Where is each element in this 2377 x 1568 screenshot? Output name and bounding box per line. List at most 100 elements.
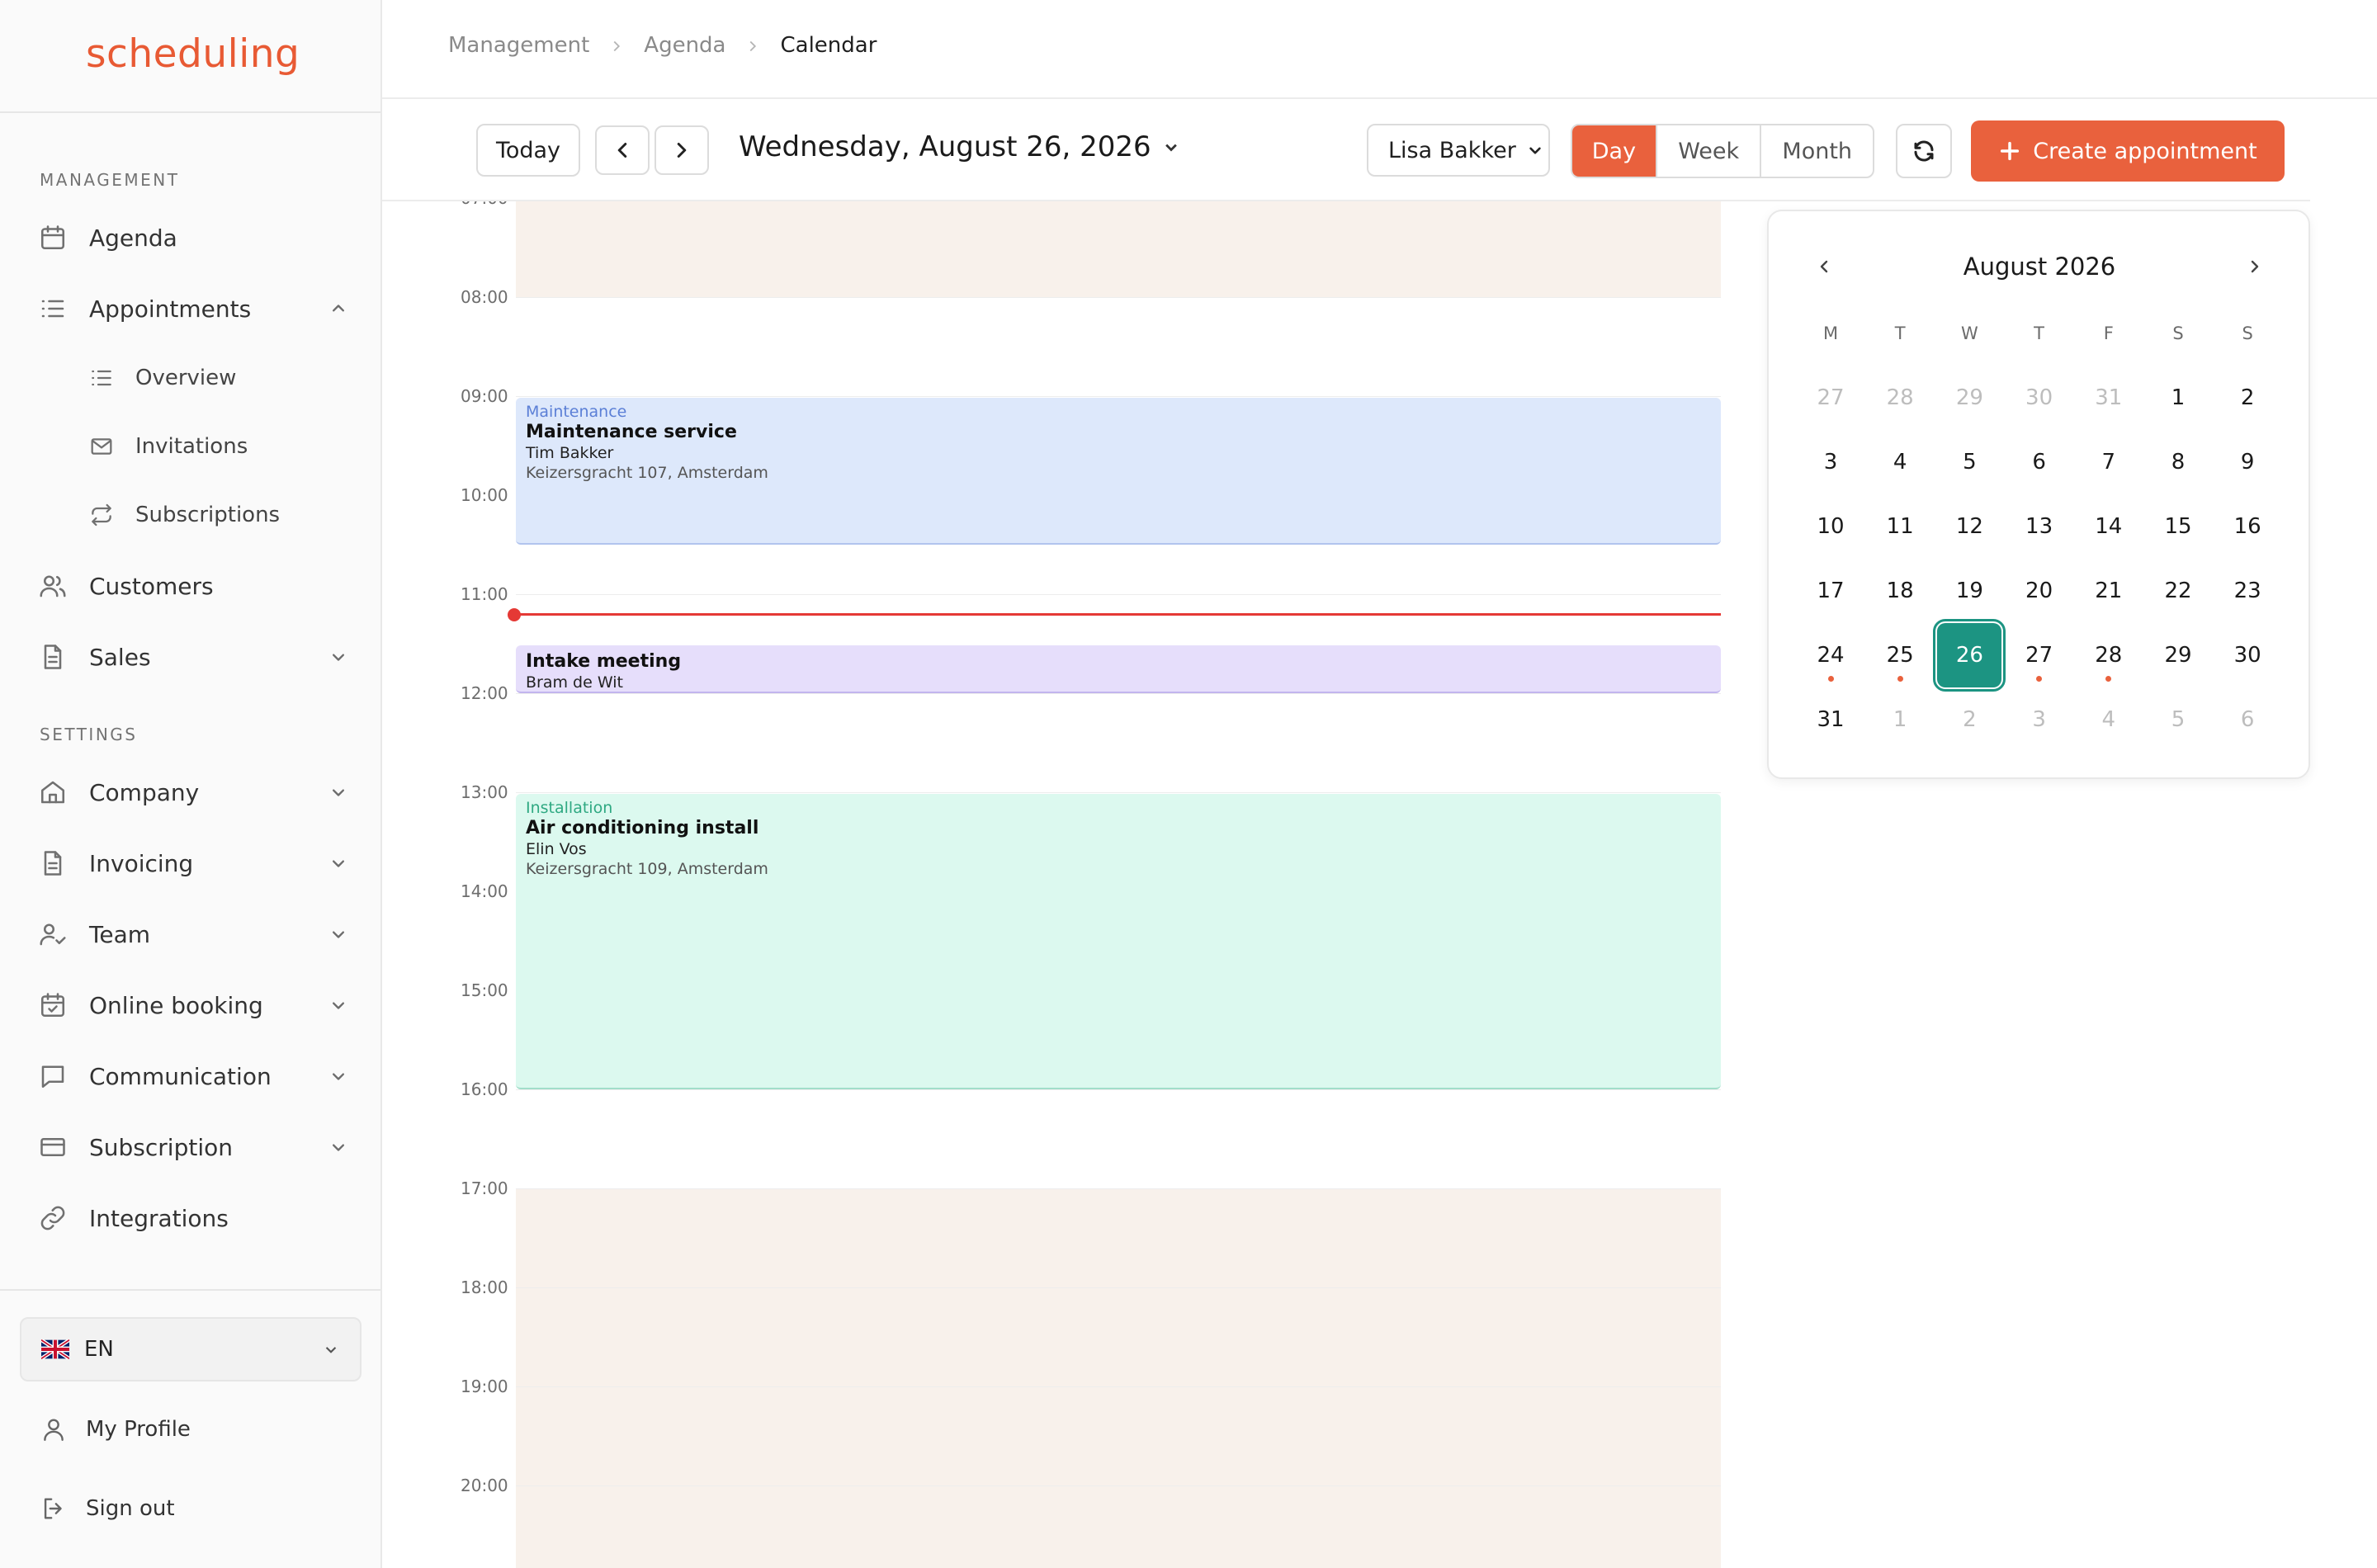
date-picker-toggle[interactable]: Wednesday, August 26, 2026 (739, 130, 1183, 163)
mini-calendar-prev-button[interactable] (1810, 253, 1838, 281)
calendar-day[interactable]: 21 (2077, 559, 2141, 623)
sidebar-item-invoicing[interactable]: Invoicing (36, 840, 350, 886)
time-label: 17:00 (461, 1178, 508, 1198)
current-date-title: Wednesday, August 26, 2026 (739, 130, 1151, 163)
chevron-down-icon[interactable] (327, 852, 350, 875)
calendar-day[interactable]: 13 (2007, 494, 2072, 559)
calendar-day[interactable]: 3 (2007, 687, 2072, 752)
calendar-day[interactable]: 15 (2146, 494, 2210, 559)
breadcrumb-management[interactable]: Management (448, 33, 589, 58)
refresh-button[interactable] (1896, 124, 1952, 178)
calendar-day[interactable]: 6 (2007, 430, 2072, 494)
calendar-day[interactable]: 17 (1798, 559, 1863, 623)
calendar-day[interactable]: 4 (1868, 430, 1932, 494)
sidebar-item-integrations[interactable]: Integrations (36, 1195, 350, 1241)
calendar-day[interactable]: 1 (1868, 687, 1932, 752)
view-day-button[interactable]: Day (1572, 125, 1657, 177)
calendar-day[interactable]: 30 (2007, 366, 2072, 430)
chevron-down-icon[interactable] (327, 781, 350, 804)
sidebar-subitem-subscriptions[interactable]: Subscriptions (86, 494, 280, 536)
chevron-down-icon[interactable] (327, 1136, 350, 1159)
sidebar-item-online-booking[interactable]: Online booking (36, 982, 350, 1028)
calendar-day[interactable]: 22 (2146, 559, 2210, 623)
chevron-right-icon (677, 143, 687, 158)
staff-selector[interactable]: Lisa Bakker (1367, 124, 1550, 177)
sidebar-subitem-overview[interactable]: Overview (86, 357, 236, 399)
calendar-day[interactable]: 4 (2077, 687, 2141, 752)
appointment-block[interactable]: Installation Air conditioning install Elin… (516, 794, 1721, 1089)
current-time-dot (508, 608, 521, 621)
chevron-down-icon[interactable] (327, 923, 350, 946)
chevron-down-icon (1165, 144, 1177, 152)
calendar-day[interactable]: 12 (1937, 494, 2001, 559)
calendar-day[interactable]: 29 (2146, 623, 2210, 687)
calendar-day[interactable]: 16 (2215, 494, 2280, 559)
chevron-down-icon[interactable] (327, 645, 350, 668)
calendar-day[interactable]: 6 (2215, 687, 2280, 752)
view-month-button[interactable]: Month (1761, 125, 1873, 177)
calendar-day[interactable]: 18 (1868, 559, 1932, 623)
sidebar-item-label: Customers (89, 572, 214, 600)
next-day-button[interactable] (655, 125, 709, 175)
calendar-day[interactable]: 3 (1798, 430, 1863, 494)
calendar-day[interactable]: 23 (2215, 559, 2280, 623)
calendar-day[interactable]: 14 (2077, 494, 2141, 559)
off-hours-block (516, 201, 1721, 297)
logout-icon (38, 1493, 69, 1524)
sign-out-link[interactable]: Sign out (38, 1488, 175, 1529)
sidebar-item-label: Company (89, 778, 200, 806)
today-button[interactable]: Today (476, 124, 580, 177)
chevron-down-icon[interactable] (327, 1065, 350, 1088)
breadcrumb-agenda[interactable]: Agenda (644, 33, 725, 58)
mini-calendar: August 2026 M T W T F S S 27 28 29 30 31 1 2 3 4 5 6 7 8 9 10… (1767, 210, 2310, 779)
calendar-day[interactable]: 9 (2215, 430, 2280, 494)
my-profile-link[interactable]: My Profile (38, 1409, 191, 1450)
mini-calendar-next-button[interactable] (2241, 253, 2269, 281)
plus-icon (2001, 141, 2020, 161)
view-week-button[interactable]: Week (1657, 125, 1762, 177)
sidebar-item-sales[interactable]: Sales (36, 634, 350, 680)
sidebar-item-label: Online booking (89, 991, 263, 1019)
calendar-day[interactable]: 10 (1798, 494, 1863, 559)
calendar-day[interactable]: 29 (1937, 366, 2001, 430)
calendar-day[interactable]: 19 (1937, 559, 2001, 623)
appointment-block[interactable]: Intake meeting Bram de Wit (516, 645, 1721, 693)
sidebar-divider (0, 111, 380, 113)
calendar-day[interactable]: 5 (1937, 430, 2001, 494)
calendar-day[interactable]: 2 (2215, 366, 2280, 430)
calendar-day[interactable]: 31 (2077, 366, 2141, 430)
sidebar-item-communication[interactable]: Communication (36, 1053, 350, 1099)
app-logo[interactable]: scheduling (86, 31, 300, 77)
appointment-block[interactable]: Maintenance Maintenance service Tim Bakker… (516, 398, 1721, 545)
sidebar-item-subscription[interactable]: Subscription (36, 1124, 350, 1170)
create-appointment-label: Create appointment (2033, 138, 2257, 164)
sidebar-item-team[interactable]: Team (36, 911, 350, 957)
calendar-day[interactable]: 8 (2146, 430, 2210, 494)
create-appointment-button[interactable]: Create appointment (1971, 120, 2285, 182)
language-select[interactable]: EN (20, 1317, 362, 1381)
calendar-day[interactable]: 7 (2077, 430, 2141, 494)
calendar-day[interactable]: 26 (1933, 619, 2006, 692)
sidebar-subitem-label: Overview (135, 366, 237, 390)
calendar-day[interactable]: 20 (2007, 559, 2072, 623)
calendar-day[interactable]: 2 (1937, 687, 2001, 752)
sidebar-item-agenda[interactable]: Agenda (36, 215, 350, 261)
calendar-day[interactable]: 11 (1868, 494, 1932, 559)
calendar-day[interactable]: 31 (1798, 687, 1863, 752)
day-view-grid[interactable]: 07:00 08:00 09:00 10:00 11:00 12:00 13:00 14:00… (382, 201, 1736, 1568)
my-profile-label: My Profile (86, 1417, 191, 1442)
chevron-down-icon[interactable] (327, 994, 350, 1017)
sidebar-item-appointments[interactable]: Appointments (36, 286, 350, 332)
refresh-icon (1914, 140, 1934, 162)
sidebar-subitem-invitations[interactable]: Invitations (86, 426, 248, 467)
previous-day-button[interactable] (595, 125, 650, 175)
calendar-day[interactable]: 27 (1798, 366, 1863, 430)
calendar-icon (36, 221, 69, 254)
calendar-day[interactable]: 1 (2146, 366, 2210, 430)
sidebar-item-company[interactable]: Company (36, 769, 350, 815)
calendar-day[interactable]: 5 (2146, 687, 2210, 752)
chevron-up-icon[interactable] (327, 297, 350, 320)
calendar-day[interactable]: 28 (1868, 366, 1932, 430)
sidebar-item-customers[interactable]: Customers (36, 563, 350, 609)
calendar-day[interactable]: 30 (2215, 623, 2280, 687)
